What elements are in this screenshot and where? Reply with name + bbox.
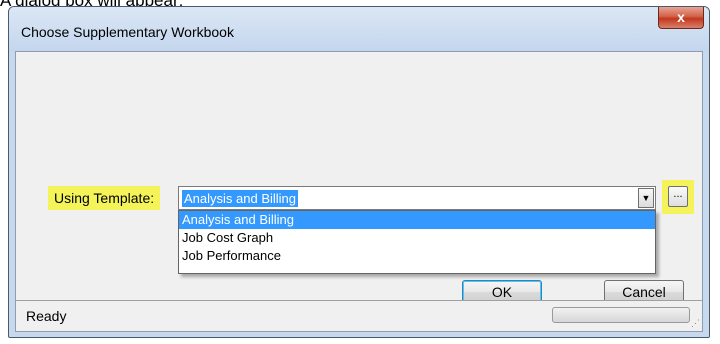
status-bar: Ready ⋰ [16, 300, 702, 331]
list-item[interactable]: Job Cost Graph [179, 229, 655, 247]
title-bar[interactable]: Choose Supplementary Workbook x [9, 7, 709, 51]
dialog-body: Using Template: Analysis and Billing ▼ .… [15, 51, 703, 332]
template-combo-value[interactable]: Analysis and Billing [182, 190, 299, 207]
chevron-down-icon: ▼ [641, 193, 651, 203]
choose-workbook-dialog: Choose Supplementary Workbook x Using Te… [8, 6, 710, 338]
list-item[interactable]: Analysis and Billing [179, 211, 655, 229]
close-icon: x [677, 9, 685, 25]
progress-bar [552, 307, 690, 323]
template-combobox[interactable]: Analysis and Billing ▼ [178, 186, 656, 210]
resize-grip-icon[interactable]: ⋰ [691, 318, 700, 329]
status-text: Ready [26, 308, 67, 324]
browse-button[interactable]: ... [668, 186, 688, 207]
template-dropdown-list[interactable]: Analysis and Billing Job Cost Graph Job … [178, 210, 656, 274]
close-button[interactable]: x [658, 7, 704, 29]
dialog-title: Choose Supplementary Workbook [21, 24, 234, 40]
using-template-label: Using Template: [48, 186, 161, 210]
list-item[interactable]: Job Performance [179, 247, 655, 265]
dropdown-arrow-button[interactable]: ▼ [638, 188, 654, 208]
